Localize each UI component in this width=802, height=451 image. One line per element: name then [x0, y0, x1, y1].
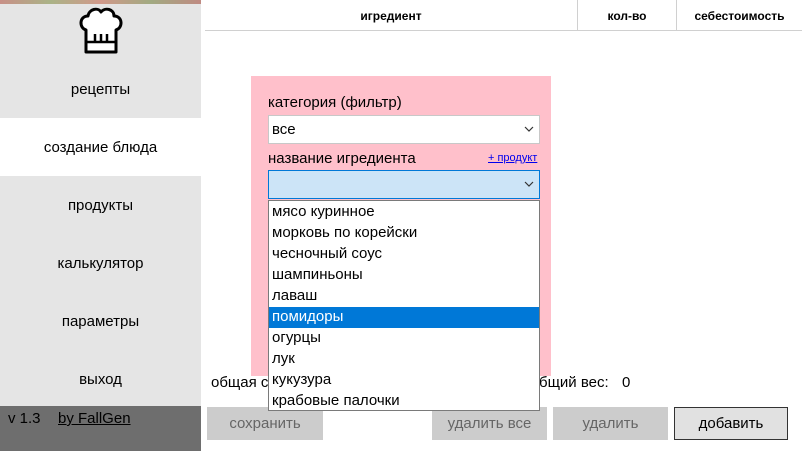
dropdown-option-selected[interactable]: помидоры — [269, 307, 539, 328]
dropdown-option[interactable]: крабовые палочки — [269, 391, 539, 412]
nav-exit[interactable]: выход — [0, 350, 201, 408]
version-label: v 1.3 — [8, 410, 41, 427]
nav-settings[interactable]: параметры — [0, 292, 201, 350]
author-link[interactable]: by FallGen — [58, 410, 131, 427]
nav-label: параметры — [61, 312, 140, 330]
ingredient-name-label: название игредиента — [268, 150, 416, 167]
ingredient-combobox[interactable] — [268, 170, 540, 199]
nav-label: рецепты — [70, 80, 131, 98]
nav-label: продукты — [67, 196, 134, 214]
ingredient-dropdown-list: мясо куринное морковь по корейски чесноч… — [268, 200, 540, 411]
dropdown-option[interactable]: чесночный соус — [269, 244, 539, 265]
column-header-cost[interactable]: себестоимость — [677, 0, 802, 31]
dropdown-option[interactable]: кукузура — [269, 370, 539, 391]
nav-label: создание блюда — [43, 138, 158, 156]
nav-recipes[interactable]: рецепты — [0, 60, 201, 118]
nav-label: выход — [79, 370, 122, 388]
dropdown-option[interactable]: морковь по корейски — [269, 223, 539, 244]
category-value: все — [272, 121, 296, 138]
dropdown-option[interactable]: огурцы — [269, 328, 539, 349]
total-cost-label: общая с — [211, 374, 269, 391]
total-weight-label: бщий вес: — [539, 374, 609, 391]
dropdown-option[interactable]: мясо куринное — [269, 202, 539, 223]
add-product-link[interactable]: + продукт — [488, 152, 537, 164]
dropdown-option[interactable]: лаваш — [269, 286, 539, 307]
chef-hat-icon — [79, 7, 123, 54]
ingredients-table-header: игредиент кол-во себестоимость — [205, 0, 802, 31]
delete-button[interactable]: удалить — [553, 407, 668, 440]
total-weight-value: 0 — [622, 374, 631, 391]
chevron-down-icon — [524, 126, 534, 132]
chevron-down-icon — [524, 181, 534, 187]
column-header-ingredient[interactable]: игредиент — [205, 0, 578, 31]
category-label: категория (фильтр) — [268, 94, 402, 111]
sidebar: рецепты создание блюда продукты калькуля… — [0, 0, 201, 451]
nav-create-dish[interactable]: создание блюда — [0, 118, 201, 176]
nav-calculator[interactable]: калькулятор — [0, 234, 201, 292]
dropdown-option[interactable]: лук — [269, 349, 539, 370]
header-image-strip — [0, 0, 201, 4]
category-combobox[interactable]: все — [268, 115, 540, 144]
nav-label: калькулятор — [57, 254, 144, 272]
nav-products[interactable]: продукты — [0, 176, 201, 234]
column-header-quantity[interactable]: кол-во — [578, 0, 677, 31]
add-button[interactable]: добавить — [674, 407, 788, 440]
logo-area — [0, 0, 201, 60]
dropdown-option[interactable]: шампиньоны — [269, 265, 539, 286]
